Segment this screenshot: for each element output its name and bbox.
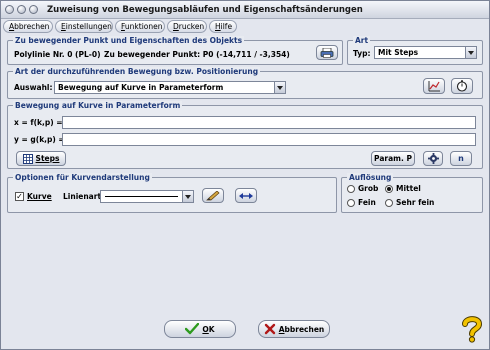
movement-select[interactable]: Bewegung auf Kurve in Parameterform	[54, 81, 286, 94]
n-button-label: n	[458, 154, 464, 163]
y-formula-label: y = g(k,p) =	[14, 135, 65, 144]
printer-icon	[320, 47, 334, 58]
cancel-x-icon	[264, 323, 275, 335]
settings-button[interactable]	[423, 151, 443, 166]
maximize-window-icon[interactable]	[29, 5, 38, 14]
title-bar[interactable]: Zuweisung von Bewegungsabläufen und Eige…	[1, 1, 489, 19]
linetype-label: Linienart:	[63, 192, 105, 201]
radio-sehr-fein[interactable]	[385, 199, 393, 207]
menu-abbrechen[interactable]: Abbrechen	[3, 20, 53, 33]
curve-checkbox-label: Kurve	[27, 192, 52, 201]
radio-mittel[interactable]	[385, 185, 393, 193]
checkmark-icon	[185, 323, 200, 335]
cancel-button[interactable]: Abbrechen	[258, 320, 330, 338]
menu-funktionen[interactable]: Funktionen	[115, 20, 165, 33]
dialog-window: Zuweisung von Bewegungsabläufen und Eige…	[0, 0, 490, 350]
type-label: Typ:	[353, 49, 371, 58]
window-controls	[5, 5, 38, 14]
ok-button-label: OK	[202, 324, 215, 334]
linetype-select[interactable]	[100, 190, 194, 203]
chart-icon	[428, 80, 440, 91]
chart-button[interactable]	[423, 78, 445, 94]
x-formula-input[interactable]	[62, 116, 476, 129]
options-group: Optionen für Kurvendarstellung ✓ Kurve L…	[7, 173, 337, 213]
radio-fein-label: Fein	[358, 198, 376, 207]
pencil-icon	[206, 190, 220, 200]
radio-sehr-fein-label: Sehr fein	[396, 198, 435, 207]
menu-bar: Abbrechen Einstellungen Funktionen Druck…	[3, 20, 487, 34]
radio-fein[interactable]	[347, 199, 355, 207]
curve-group-legend: Bewegung auf Kurve in Parameterform	[13, 101, 183, 110]
line-width-button[interactable]	[235, 188, 257, 203]
n-button[interactable]: n	[450, 151, 472, 166]
movement-group: Art der durchzuführenden Bewegung bzw. P…	[7, 67, 483, 99]
movement-select-value: Bewegung auf Kurve in Parameterform	[58, 83, 224, 92]
stopwatch-icon	[456, 80, 468, 92]
window-title: Zuweisung von Bewegungsabläufen und Eige…	[47, 5, 363, 15]
table-grid-icon	[22, 153, 33, 164]
object-properties-button[interactable]	[316, 45, 338, 60]
radio-grob-label: Grob	[358, 184, 379, 193]
gear-icon	[427, 153, 439, 164]
radio-mittel-label: Mittel	[396, 184, 421, 193]
curve-checkbox[interactable]: ✓	[15, 192, 24, 201]
resolution-group: Auflösung Grob Mittel Fein Sehr fein	[341, 173, 483, 213]
help-question-icon	[462, 316, 483, 343]
resolution-group-legend: Auflösung	[347, 173, 394, 182]
arrows-horizontal-icon	[239, 192, 253, 199]
menu-einstellungen[interactable]: Einstellungen	[55, 20, 113, 33]
ok-button[interactable]: OK	[164, 320, 236, 338]
art-group: Art Typ: Mit Steps	[347, 36, 483, 65]
steps-button-label: Steps	[35, 154, 60, 163]
art-group-legend: Art	[353, 36, 371, 45]
polyline-label: Polylinie Nr. 0 (PL-0)	[14, 50, 101, 59]
object-group: Zu bewegender Punkt und Eigenschaften de…	[7, 36, 343, 65]
chevron-down-icon[interactable]	[465, 47, 476, 58]
param-p-button[interactable]: Param. P	[371, 151, 415, 166]
type-select[interactable]: Mit Steps	[374, 46, 477, 59]
menu-drucken[interactable]: Drucken	[167, 20, 207, 33]
line-style-preview	[105, 196, 178, 197]
x-formula-label: x = f(k,p) =	[14, 118, 63, 127]
options-group-legend: Optionen für Kurvendarstellung	[13, 173, 152, 182]
selection-label: Auswahl:	[14, 83, 53, 92]
help-button[interactable]	[459, 315, 485, 343]
cancel-button-label: Abbrechen	[278, 324, 325, 334]
color-pen-button[interactable]	[202, 188, 224, 203]
point-label: Zu bewegender Punkt: P0 (-14,711 / -3,35…	[104, 50, 290, 59]
steps-button[interactable]: Steps	[16, 151, 66, 166]
object-group-legend: Zu bewegender Punkt und Eigenschaften de…	[13, 36, 245, 45]
timer-button[interactable]	[451, 78, 473, 94]
curve-group: Bewegung auf Kurve in Parameterform x = …	[7, 101, 483, 169]
minimize-window-icon[interactable]	[17, 5, 26, 14]
chevron-down-icon[interactable]	[182, 191, 193, 202]
chevron-down-icon[interactable]	[274, 82, 285, 93]
param-p-button-label: Param. P	[374, 154, 412, 163]
menu-hilfe[interactable]: Hilfe	[209, 20, 237, 33]
y-formula-input[interactable]	[62, 133, 476, 146]
radio-grob[interactable]	[347, 185, 355, 193]
close-window-icon[interactable]	[5, 5, 14, 14]
type-select-value: Mit Steps	[378, 48, 419, 57]
movement-group-legend: Art der durchzuführenden Bewegung bzw. P…	[13, 67, 261, 76]
